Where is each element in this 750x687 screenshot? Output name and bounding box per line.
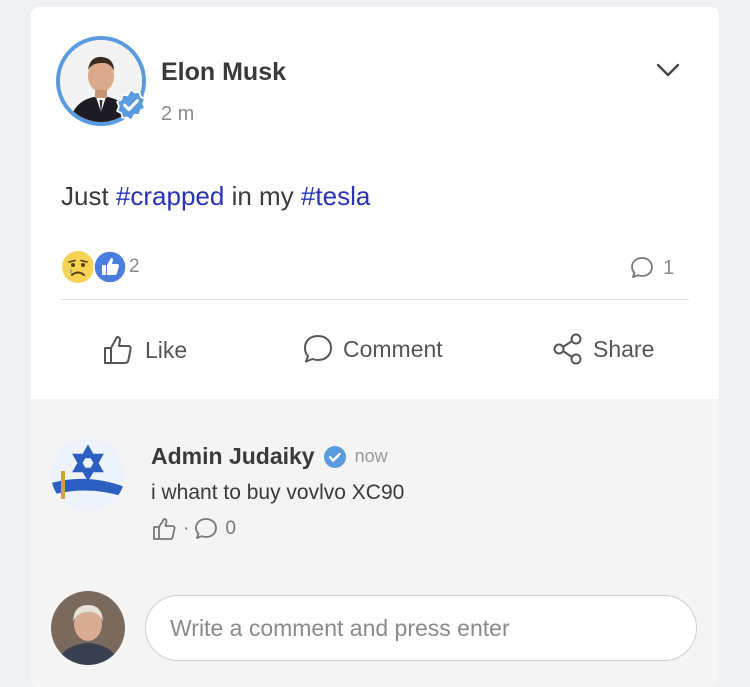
- comment-button[interactable]: Comment: [301, 332, 443, 366]
- comment-count-label: 1: [663, 256, 675, 279]
- flag-avatar-image: [51, 437, 125, 511]
- comment-bubble-icon: [304, 335, 332, 363]
- post-card: Elon Musk 2 m Just #crapped in my #tesla…: [31, 7, 719, 687]
- verified-badge-icon: [116, 88, 146, 122]
- hashtag-link[interactable]: #crapped: [116, 181, 224, 211]
- post-body: Just #crapped in my #tesla: [61, 181, 370, 212]
- divider: [61, 299, 689, 300]
- like-button[interactable]: Like: [101, 332, 187, 368]
- thumbs-up-icon[interactable]: [151, 515, 179, 543]
- comment-actions: · 0: [151, 515, 236, 543]
- separator-dot: ·: [183, 518, 190, 539]
- post-author-name[interactable]: Elon Musk: [161, 58, 286, 87]
- comment-input[interactable]: [145, 595, 697, 661]
- verified-badge-icon: [323, 445, 346, 468]
- sad-reaction-icon: [62, 251, 94, 283]
- post-text-segment: in my: [224, 181, 301, 211]
- commenter-name-row: Admin Judaiky now: [151, 443, 388, 470]
- like-reaction-icon: [93, 250, 127, 284]
- post-text-segment: Just: [61, 181, 116, 211]
- author-avatar[interactable]: [56, 36, 146, 126]
- share-button[interactable]: Share: [551, 332, 654, 366]
- reaction-summary[interactable]: 2: [61, 250, 140, 284]
- comment-bubble-icon: [631, 257, 653, 278]
- reaction-count: 2: [129, 256, 140, 277]
- comment-text: i whant to buy vovlvo XC90: [151, 481, 405, 504]
- commenter-avatar[interactable]: [51, 437, 125, 511]
- commenter-name[interactable]: Admin Judaiky: [151, 443, 315, 470]
- comment-label: Comment: [343, 335, 443, 362]
- user-photo-image: [51, 591, 125, 665]
- share-label: Share: [593, 335, 655, 362]
- current-user-avatar[interactable]: [51, 591, 125, 665]
- comment-count[interactable]: 1: [629, 255, 674, 281]
- thumbs-up-icon: [104, 336, 132, 364]
- hashtag-link[interactable]: #tesla: [301, 181, 370, 211]
- chevron-down-icon[interactable]: [653, 55, 683, 85]
- like-label: Like: [145, 336, 188, 363]
- comments-section: Admin Judaiky now i whant to buy vovlvo …: [31, 399, 719, 687]
- share-icon: [553, 333, 582, 365]
- comment-bubble-icon[interactable]: [193, 516, 219, 542]
- reply-count: 0: [225, 518, 236, 539]
- post-timestamp: 2 m: [161, 103, 195, 125]
- comment-timestamp: now: [354, 446, 388, 466]
